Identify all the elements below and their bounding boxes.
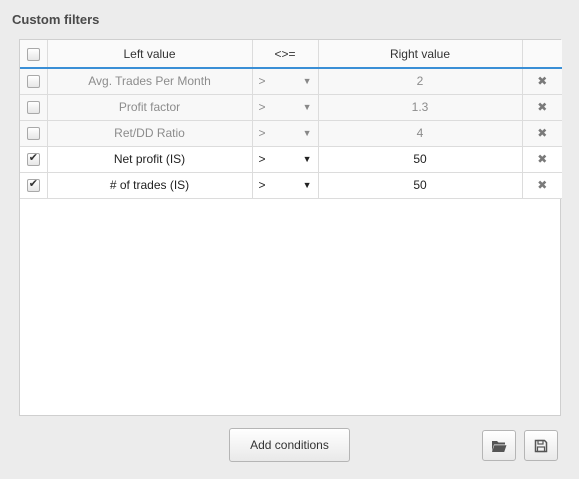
row-checkbox[interactable]	[26, 127, 40, 141]
folder-open-icon	[492, 440, 507, 452]
row-checkbox[interactable]	[26, 177, 40, 193]
right-value-cell[interactable]: 50	[318, 172, 523, 199]
remove-row-icon[interactable]: ✖	[537, 100, 547, 114]
operator-select[interactable]: > ▼	[252, 94, 319, 121]
left-value-cell[interactable]: Ret/DD Ratio	[47, 120, 253, 147]
add-conditions-button[interactable]: Add conditions	[229, 428, 350, 462]
panel-title: Custom filters	[12, 12, 100, 27]
filter-row[interactable]: Avg. Trades Per Month > ▼ 2 ✖	[20, 68, 562, 95]
operator-select[interactable]: > ▼	[252, 120, 319, 147]
right-value-cell[interactable]: 1.3	[318, 94, 523, 121]
table-header-row: Left value <>= Right value	[20, 40, 562, 69]
save-filters-button[interactable]	[524, 430, 558, 461]
filter-row[interactable]: # of trades (IS) >▼ 50 ✖	[20, 172, 562, 199]
dropdown-arrow-icon: ▼	[302, 102, 312, 112]
operator-value: >	[258, 126, 266, 140]
select-all-checkbox[interactable]	[26, 47, 40, 61]
filter-row[interactable]: Ret/DD Ratio > ▼ 4 ✖	[20, 120, 562, 147]
left-value-cell[interactable]: Avg. Trades Per Month	[47, 68, 253, 95]
dropdown-arrow-icon: ▼	[302, 180, 312, 190]
operator-header[interactable]: <>=	[252, 40, 319, 69]
operator-value: >	[258, 178, 266, 192]
left-value-cell[interactable]: Net profit (IS)	[47, 146, 253, 173]
operator-value: >	[258, 100, 266, 114]
filter-row[interactable]: Profit factor > ▼ 1.3 ✖	[20, 94, 562, 121]
filters-table: Left value <>= Right value Avg. Trades P…	[20, 40, 562, 199]
select-all-header[interactable]	[20, 40, 48, 69]
remove-row-icon[interactable]: ✖	[537, 74, 547, 88]
open-filters-button[interactable]	[482, 430, 516, 461]
operator-value: >	[258, 152, 266, 166]
remove-row-icon[interactable]: ✖	[537, 126, 547, 140]
left-value-header[interactable]: Left value	[47, 40, 253, 69]
right-value-cell[interactable]: 4	[318, 120, 523, 147]
dropdown-arrow-icon: ▼	[302, 154, 312, 164]
left-value-cell[interactable]: # of trades (IS)	[47, 172, 253, 199]
row-checkbox[interactable]	[26, 101, 40, 115]
operator-select[interactable]: > ▼	[252, 68, 319, 95]
left-value-cell[interactable]: Profit factor	[47, 94, 253, 121]
filters-table-container: Left value <>= Right value Avg. Trades P…	[19, 39, 562, 416]
operator-select[interactable]: > ▼	[252, 172, 319, 199]
row-checkbox[interactable]	[26, 151, 40, 167]
row-checkbox[interactable]	[26, 75, 40, 89]
dropdown-arrow-icon: ▼	[302, 76, 312, 87]
operator-select[interactable]: > ▼	[252, 146, 319, 173]
operator-value: >	[258, 74, 266, 89]
remove-header	[522, 40, 562, 69]
dropdown-arrow-icon: ▼	[302, 128, 312, 138]
right-value-cell[interactable]: 2	[318, 68, 523, 95]
floppy-disk-icon	[534, 439, 548, 452]
right-value-header[interactable]: Right value	[318, 40, 523, 69]
remove-row-icon[interactable]: ✖	[537, 178, 547, 192]
right-value-cell[interactable]: 50	[318, 146, 523, 173]
remove-row-icon[interactable]: ✖	[537, 152, 547, 166]
filter-row[interactable]: Net profit (IS) >▼ 50 ✖	[20, 146, 562, 173]
